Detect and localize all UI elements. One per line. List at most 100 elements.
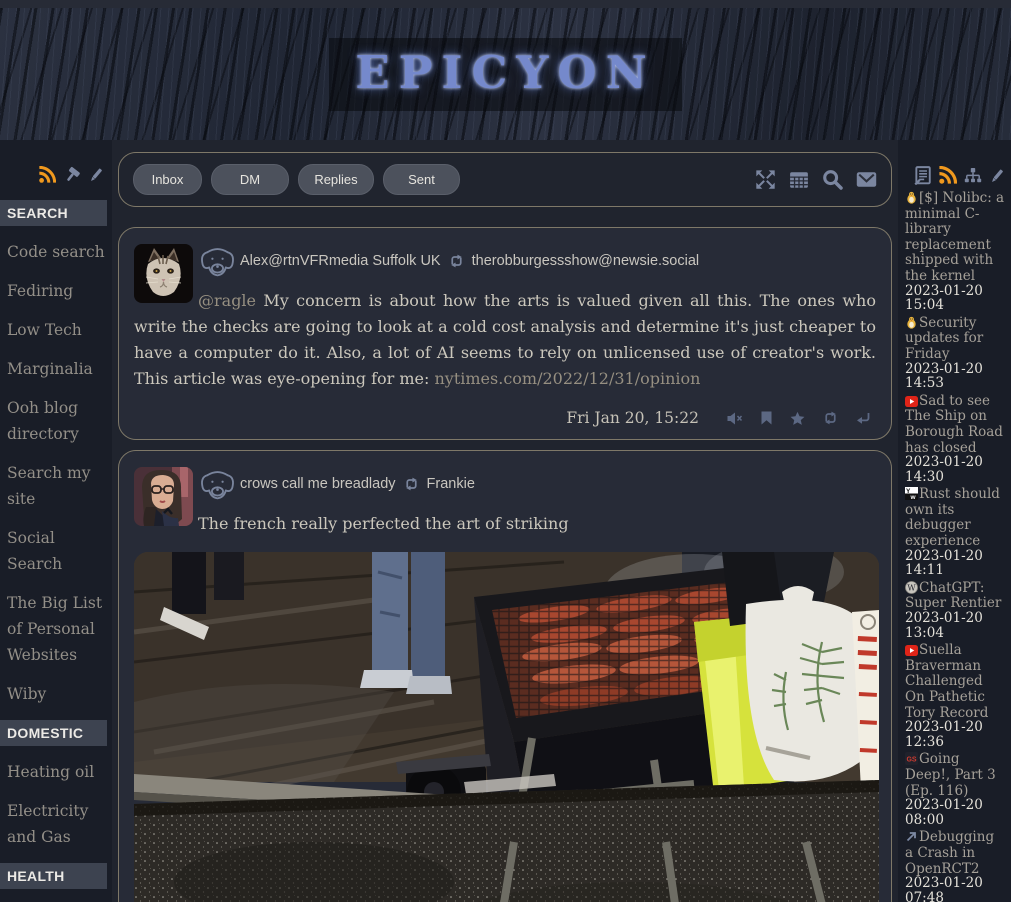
- newswire-column: [$] Nolibc: a minimal C-library replacem…: [898, 140, 1011, 902]
- sidebar-link-big-list-personal-websites[interactable]: The Big List of Personal Websites: [7, 590, 108, 668]
- post-content: @ragle My concern is about how the arts …: [134, 288, 876, 392]
- bookmark-icon[interactable]: [760, 411, 773, 425]
- left-column-icons: [0, 154, 112, 188]
- post-header: Alex@rtnVFRmedia Suffolk UK therobburges…: [198, 243, 876, 279]
- section-header-search: SEARCH: [0, 200, 107, 226]
- newswire-item: WChatGPT: Super Rentier 2023-01-20 13:04: [905, 580, 1005, 640]
- grid-icon[interactable]: [789, 171, 809, 189]
- newswire-link[interactable]: Going Deep!, Part 3 (Ep. 116): [905, 751, 996, 798]
- newswire-item: [$] Nolibc: a minimal C-library replacem…: [905, 190, 1005, 313]
- newswire-item: Suella Braverman Challenged On Pathetic …: [905, 642, 1005, 749]
- hammer-icon[interactable]: [63, 166, 81, 184]
- post-external-link[interactable]: nytimes.com/2022/12/31/opinion: [434, 369, 700, 388]
- reply-icon[interactable]: [856, 412, 870, 425]
- newswire-icons: [905, 154, 1005, 189]
- sidebar-link-low-tech[interactable]: Low Tech: [7, 317, 108, 343]
- boost-icon: [403, 477, 420, 491]
- lwn-penguin-favicon: [905, 191, 918, 204]
- post-footer: Fri Jan 20, 15:22: [134, 409, 876, 427]
- tree-icon[interactable]: [964, 167, 982, 185]
- timeline-post: Alex@rtnVFRmedia Suffolk UK therobburges…: [118, 227, 892, 440]
- repeat-icon[interactable]: [822, 411, 839, 425]
- newswire-link[interactable]: ChatGPT: Super Rentier: [905, 580, 1001, 612]
- newswire-item: Security updates for Friday 2023-01-20 1…: [905, 315, 1005, 391]
- post-content: The french really perfected the art of s…: [134, 511, 876, 537]
- tab-inbox[interactable]: Inbox: [133, 164, 202, 195]
- timeline-post: crows call me breadlady Frankie The fren…: [118, 450, 892, 902]
- post-author-line: crows call me breadlady Frankie: [240, 476, 475, 492]
- sidebar-link-social-search[interactable]: Social Search: [7, 525, 108, 577]
- tab-dm[interactable]: DM: [211, 164, 289, 195]
- newswire-item: Debugging a Crash in OpenRCT2 2023-01-20…: [905, 829, 1005, 902]
- search-icon[interactable]: [822, 169, 843, 190]
- star-icon[interactable]: [790, 411, 805, 426]
- timeline-column: Inbox DM Replies Sent: [112, 140, 898, 902]
- newswire-timestamp: 2023-01-20 12:36: [905, 720, 1005, 749]
- section-header-health: HEALTH: [0, 863, 107, 889]
- page-body: SEARCH Code search Fediring Low Tech Mar…: [0, 140, 1011, 902]
- sidebar-link-electricity-and-gas[interactable]: Electricity and Gas: [7, 798, 108, 850]
- avatar[interactable]: [134, 244, 193, 303]
- newswire-timestamp: 2023-01-20 07:48: [905, 876, 1005, 902]
- avatar[interactable]: [134, 467, 193, 526]
- post-author-handle[interactable]: Alex@rtnVFRmedia Suffolk UK: [240, 253, 441, 269]
- mention-link[interactable]: @ragle: [198, 291, 256, 310]
- post-attached-image[interactable]: [134, 552, 879, 902]
- timeline-header-icons: [755, 169, 877, 190]
- newswire-timestamp: 2023-01-20 14:11: [905, 549, 1005, 578]
- newswire-timestamp: 2023-01-20 14:30: [905, 455, 1005, 484]
- rss-icon[interactable]: [38, 166, 56, 184]
- pencil-icon[interactable]: [88, 166, 104, 184]
- newswire-timestamp: 2023-01-20 14:53: [905, 362, 1005, 391]
- sidebar-link-heating-oil[interactable]: Heating oil: [7, 759, 108, 785]
- instance-title: EPICYON: [329, 38, 681, 111]
- newswire-link[interactable]: Sad to see The Ship on Borough Road has …: [905, 393, 1003, 456]
- sidebar-link-search-my-site[interactable]: Search my site: [7, 460, 108, 512]
- newswire-link[interactable]: Rust should own its debugger experience: [905, 486, 1000, 549]
- post-author-handle[interactable]: crows call me breadlady: [240, 476, 396, 492]
- wordpress-glyph: W: [907, 583, 916, 592]
- tab-replies[interactable]: Replies: [298, 164, 374, 195]
- sidebar-link-ooh-blog-directory[interactable]: Ooh blog directory: [7, 395, 108, 447]
- gs-glyph: GS: [906, 757, 916, 764]
- boost-icon: [448, 254, 465, 268]
- tab-sent[interactable]: Sent: [383, 164, 460, 195]
- post-author-line: Alex@rtnVFRmedia Suffolk UK therobburges…: [240, 253, 699, 269]
- gs-favicon: GS: [905, 752, 918, 765]
- mail-icon[interactable]: [856, 171, 877, 188]
- lwn-penguin-favicon: [905, 316, 918, 329]
- top-strip: [0, 0, 1011, 8]
- wordpress-favicon: W: [905, 581, 918, 594]
- arrow-favicon: [905, 830, 918, 843]
- mute-icon[interactable]: [727, 412, 743, 425]
- epicyon-dog-icon[interactable]: [199, 244, 236, 279]
- section-header-domestic: DOMESTIC: [0, 720, 107, 746]
- youtube-favicon: [905, 396, 918, 407]
- newswire-item: GSGoing Deep!, Part 3 (Ep. 116) 2023-01-…: [905, 751, 1005, 827]
- yw-favicon: Yw: [905, 487, 918, 500]
- rss-icon[interactable]: [938, 166, 957, 185]
- pencil-icon[interactable]: [989, 167, 1005, 185]
- newswire-timestamp: 2023-01-20 08:00: [905, 798, 1005, 827]
- newswire-doc-icon[interactable]: [914, 166, 931, 185]
- left-links-column: SEARCH Code search Fediring Low Tech Mar…: [0, 140, 112, 902]
- newswire-timestamp: 2023-01-20 13:04: [905, 611, 1005, 640]
- post-boosted-from-handle[interactable]: Frankie: [427, 476, 475, 492]
- sidebar-link-marginalia[interactable]: Marginalia: [7, 356, 108, 382]
- post-header: crows call me breadlady Frankie: [198, 466, 876, 502]
- timeline-header: Inbox DM Replies Sent: [118, 152, 892, 207]
- newswire-link[interactable]: [$] Nolibc: a minimal C-library replacem…: [905, 190, 1004, 284]
- epicyon-dog-icon[interactable]: [199, 467, 236, 502]
- newswire-link[interactable]: Debugging a Crash in OpenRCT2: [905, 829, 994, 876]
- sidebar-link-fediring[interactable]: Fediring: [7, 278, 108, 304]
- post-text: The french really perfected the art of s…: [198, 514, 569, 533]
- newswire-timestamp: 2023-01-20 15:04: [905, 284, 1005, 313]
- newswire-item: YwRust should own its debugger experienc…: [905, 486, 1005, 578]
- post-timestamp[interactable]: Fri Jan 20, 15:22: [566, 409, 699, 427]
- sidebar-link-code-search[interactable]: Code search: [7, 239, 108, 265]
- post-boosted-from-handle[interactable]: therobburgessshow@newsie.social: [472, 253, 700, 269]
- profile-banner[interactable]: EPICYON: [0, 8, 1011, 140]
- yw-glyph-bottom: w: [910, 494, 917, 500]
- sidebar-link-wiby[interactable]: Wiby: [7, 681, 108, 707]
- expand-icon[interactable]: [755, 169, 776, 190]
